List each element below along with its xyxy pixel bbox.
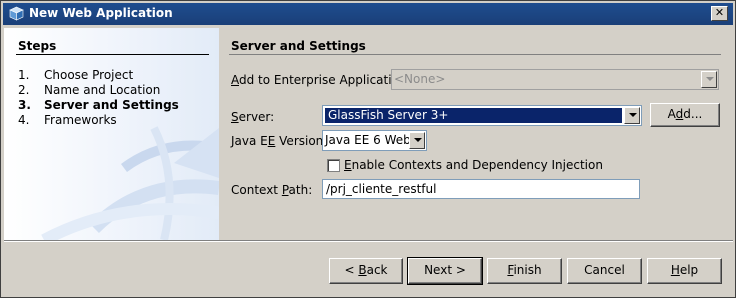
step-number: 4.: [18, 113, 30, 127]
step-choose-project: 1. Choose Project: [18, 68, 179, 83]
enterprise-app-label: Add to Enterprise Application:: [231, 73, 411, 87]
new-web-application-dialog: New Web Application ✕ Steps 1. Choose Pro…: [0, 0, 736, 298]
chevron-down-icon: [701, 71, 717, 88]
enterprise-app-select: <None>: [391, 69, 719, 90]
step-number: 1.: [18, 68, 30, 82]
step-number: 2.: [18, 83, 30, 97]
cdi-checkbox[interactable]: [327, 159, 340, 172]
settings-pane: Server and Settings Add to Enterprise Ap…: [221, 28, 733, 240]
back-button[interactable]: < Back: [329, 258, 403, 284]
chevron-down-icon[interactable]: [624, 107, 640, 124]
finish-button[interactable]: Finish: [487, 258, 562, 284]
step-name-and-location: 2. Name and Location: [18, 83, 179, 98]
java-ee-version-select[interactable]: Java EE 6 Web: [322, 130, 427, 151]
add-server-button[interactable]: Add...: [650, 103, 720, 127]
enterprise-app-value: <None>: [394, 72, 446, 86]
footer-divider-highlight: [4, 241, 733, 242]
cdi-label[interactable]: Enable Contexts and Dependency Injection: [344, 158, 603, 172]
step-number: 3.: [18, 98, 31, 112]
wizard-graphic: [41, 126, 219, 240]
server-value: GlassFish Server 3+: [325, 108, 622, 123]
panel-title: Server and Settings: [231, 39, 366, 53]
window-title: New Web Application: [29, 6, 173, 20]
netbeans-cube-icon: [9, 6, 24, 21]
title-bar[interactable]: New Web Application ✕: [3, 3, 733, 25]
java-ee-version-label: Java EE Version:: [231, 134, 328, 148]
step-label: Server and Settings: [44, 98, 179, 112]
steps-list: 1. Choose Project 2. Name and Location 3. S…: [18, 68, 179, 128]
next-button[interactable]: Next >: [407, 257, 483, 285]
server-label: Server:: [231, 110, 275, 124]
context-path-label: Context Path:: [231, 183, 313, 197]
help-button[interactable]: Help: [647, 258, 722, 284]
step-label: Frameworks: [44, 113, 117, 127]
steps-divider: [16, 54, 209, 55]
server-select[interactable]: GlassFish Server 3+: [322, 105, 642, 126]
context-path-value: /prj_cliente_restful: [326, 182, 437, 196]
java-ee-version-value: Java EE 6 Web: [325, 133, 411, 147]
step-label: Name and Location: [44, 83, 161, 97]
steps-pane: Steps 1. Choose Project 2. Name and Locati…: [4, 28, 219, 240]
steps-heading: Steps: [18, 39, 57, 53]
cancel-button[interactable]: Cancel: [567, 258, 642, 284]
step-server-and-settings: 3. Server and Settings: [18, 98, 179, 113]
step-frameworks: 4. Frameworks: [18, 113, 179, 128]
context-path-input[interactable]: /prj_cliente_restful: [322, 179, 640, 199]
step-label: Choose Project: [44, 68, 134, 82]
close-button[interactable]: ✕: [711, 6, 728, 21]
close-icon: ✕: [714, 6, 725, 19]
panel-divider: [229, 54, 721, 55]
chevron-down-icon[interactable]: [409, 132, 425, 149]
